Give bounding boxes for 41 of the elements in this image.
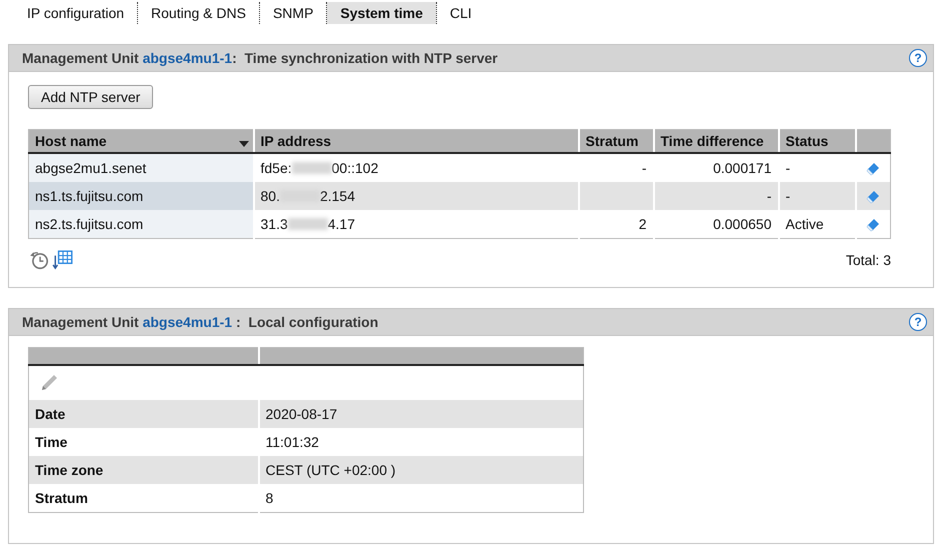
column-header[interactable]: IP address [254, 130, 578, 153]
tab[interactable]: SNMP [260, 2, 326, 24]
tab[interactable]: CLI [436, 2, 485, 24]
column-header[interactable] [856, 130, 890, 153]
add-ntp-server-button[interactable]: Add NTP server [28, 85, 154, 109]
table-cell: ns1.ts.fujitsu.com [28, 182, 254, 210]
field-value: 2020-08-17 [258, 400, 584, 428]
eraser-icon[interactable] [865, 160, 882, 177]
field-value: 8 [258, 484, 584, 512]
table-cell: - [654, 182, 778, 210]
column-header[interactable]: Status [778, 130, 856, 153]
total-count: Total: 3 [846, 252, 891, 268]
table-export-icon[interactable] [52, 249, 74, 271]
table-cell: 80. 2.154 [254, 182, 578, 210]
panel-title: Management Unit abgse4mu1-1: Time synchronization with NTP server [22, 50, 498, 66]
field-label: Stratum [28, 484, 258, 512]
eraser-icon[interactable] [865, 188, 882, 205]
table-cell: 31.3 4.17 [254, 210, 578, 238]
field-label: Time [28, 428, 258, 456]
table-cell: 2 [578, 210, 654, 238]
column-header[interactable]: Stratum [578, 130, 654, 153]
column-header[interactable]: Time difference [654, 130, 778, 153]
help-icon[interactable]: ? [909, 313, 927, 331]
panel-title: Management Unit abgse4mu1-1 : Local configuration [22, 314, 378, 330]
tab[interactable]: System time [327, 2, 436, 24]
field-label: Date [28, 400, 258, 428]
field-value: CEST (UTC +02:00 ) [258, 456, 584, 484]
tab[interactable]: IP configuration [14, 2, 138, 24]
eraser-icon[interactable] [865, 216, 882, 233]
table-cell: abgse2mu1.senet [28, 153, 254, 182]
pencil-icon[interactable] [39, 373, 59, 393]
table-cell: - [778, 182, 856, 210]
table-cell: 0.000650 [654, 210, 778, 238]
table-cell: Active [778, 210, 856, 238]
sort-caret-icon [238, 141, 248, 147]
table-cell: ns2.ts.fujitsu.com [28, 210, 254, 238]
help-icon[interactable]: ? [909, 49, 927, 67]
field-label: Time zone [28, 456, 258, 484]
clock-reset-icon[interactable] [28, 249, 50, 271]
column-header[interactable]: Host name [28, 130, 254, 153]
tab[interactable]: Routing & DNS [138, 2, 259, 24]
